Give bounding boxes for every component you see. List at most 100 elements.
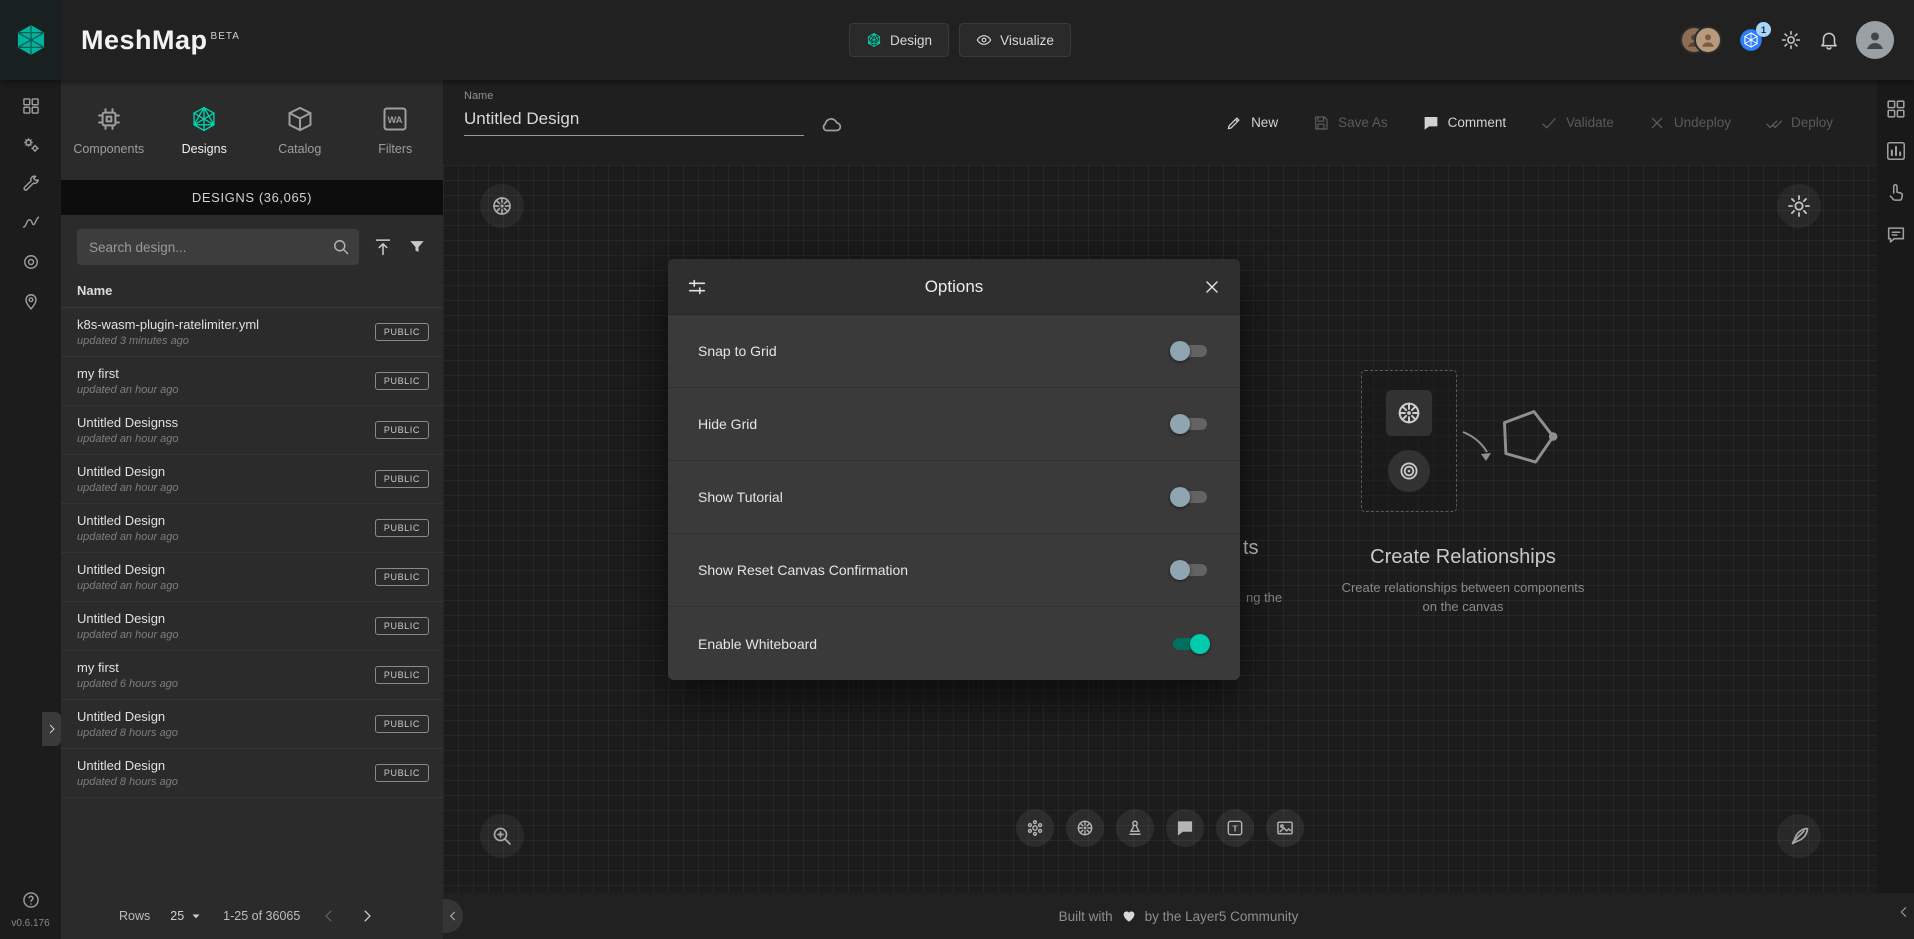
- tab-components[interactable]: Components: [61, 80, 157, 180]
- design-list-item[interactable]: Untitled Designssupdated an hour ago PUB…: [61, 406, 443, 455]
- snap-to-grid-toggle[interactable]: [1170, 341, 1210, 361]
- nav-performance-button[interactable]: [21, 213, 41, 233]
- layer5-logo[interactable]: [0, 0, 61, 80]
- nav-extensions-button[interactable]: [21, 252, 41, 272]
- kubernetes-context-button[interactable]: [480, 184, 524, 228]
- design-list-item[interactable]: Untitled Designupdated 8 hours ago PUBLI…: [61, 700, 443, 749]
- settings-button[interactable]: [1780, 29, 1802, 51]
- designs-pagination: Rows 25 1-25 of 36065: [61, 893, 443, 939]
- canvas-dock: T: [1016, 809, 1304, 847]
- notification-center-button[interactable]: 1: [1738, 27, 1764, 53]
- design-name-input[interactable]: [464, 106, 804, 136]
- user-profile-avatar[interactable]: [1856, 21, 1894, 59]
- previous-page-button[interactable]: [320, 907, 338, 925]
- svg-text:T: T: [1232, 823, 1237, 833]
- tab-filters[interactable]: WA Filters: [348, 80, 444, 180]
- design-list-item[interactable]: Untitled Designupdated 8 hours ago PUBLI…: [61, 749, 443, 798]
- dock-mesh-components-button[interactable]: [1016, 809, 1054, 847]
- nav-environments-button[interactable]: [21, 291, 41, 311]
- wasm-filter-icon: WA: [381, 105, 409, 133]
- whiteboard-pen-button[interactable]: [1777, 814, 1821, 858]
- options-dialog-title: Options: [668, 277, 1240, 297]
- save-as-button[interactable]: Save As: [1312, 114, 1388, 132]
- notifications-button[interactable]: [1818, 29, 1840, 51]
- save-icon: [1312, 114, 1330, 132]
- visibility-badge: PUBLIC: [375, 764, 429, 782]
- zoom-button[interactable]: [480, 814, 524, 858]
- design-mode-button[interactable]: Design: [849, 23, 949, 57]
- option-row-snap-to-grid: Snap to Grid: [668, 315, 1240, 388]
- collapse-drawer-button[interactable]: [443, 899, 463, 933]
- nav-lifecycle-button[interactable]: [21, 135, 41, 155]
- meshery-icon: [866, 32, 882, 48]
- show-tutorial-toggle[interactable]: [1170, 487, 1210, 507]
- visibility-badge: PUBLIC: [375, 519, 429, 537]
- deploy-button[interactable]: Deploy: [1765, 114, 1833, 132]
- comment-button[interactable]: Comment: [1422, 114, 1507, 132]
- canvas-options-button[interactable]: [1777, 184, 1821, 228]
- grid-view-icon: [1885, 98, 1907, 120]
- next-page-button[interactable]: [358, 907, 376, 925]
- visualize-mode-button[interactable]: Visualize: [959, 23, 1071, 57]
- flower-icon: [1025, 818, 1045, 838]
- design-list-item[interactable]: my firstupdated 6 hours ago PUBLIC: [61, 651, 443, 700]
- design-list-item[interactable]: my firstupdated an hour ago PUBLIC: [61, 357, 443, 406]
- footer-bar: Built with by the Layer5 Community: [443, 893, 1914, 939]
- dashboard-icon: [21, 96, 41, 116]
- nav-configuration-button[interactable]: [21, 174, 41, 194]
- design-name: my first: [77, 660, 375, 675]
- option-label: Show Reset Canvas Confirmation: [698, 562, 908, 578]
- chat-panel-button[interactable]: [1885, 224, 1907, 246]
- expand-rail-button[interactable]: [42, 712, 61, 746]
- enable-whiteboard-toggle[interactable]: [1170, 634, 1210, 654]
- search-input[interactable]: [77, 229, 359, 265]
- drawer-tabs: Components Designs Catalog WA Filters: [61, 80, 443, 180]
- show-reset-canvas-confirmation-toggle[interactable]: [1170, 560, 1210, 580]
- design-list-item[interactable]: Untitled Designupdated an hour ago PUBLI…: [61, 553, 443, 602]
- performance-icon: [21, 213, 41, 233]
- filter-designs-button[interactable]: [407, 237, 427, 257]
- new-design-button[interactable]: New: [1225, 114, 1278, 132]
- views-button[interactable]: [1885, 98, 1907, 120]
- tab-designs[interactable]: Designs: [157, 80, 253, 180]
- tutorial-illustration: [1333, 370, 1593, 532]
- tab-catalog[interactable]: Catalog: [252, 80, 348, 180]
- collaborator-avatar-2[interactable]: [1694, 26, 1722, 54]
- chevron-left-icon: [320, 907, 338, 925]
- extensions-icon: [21, 252, 41, 272]
- rows-per-page-select[interactable]: 25: [170, 909, 203, 923]
- undeploy-button[interactable]: Undeploy: [1648, 114, 1731, 132]
- nav-dashboard-button[interactable]: [21, 96, 41, 116]
- import-design-button[interactable]: [372, 236, 394, 258]
- top-header: MeshMapBETA Design Visualize: [0, 0, 1914, 80]
- design-list-item[interactable]: Untitled Designupdated an hour ago PUBLI…: [61, 455, 443, 504]
- collapse-right-panel-button[interactable]: [1896, 904, 1912, 920]
- lifecycle-icon: [21, 135, 41, 155]
- dock-kubernetes-button[interactable]: [1066, 809, 1104, 847]
- dock-text-button[interactable]: T: [1216, 809, 1254, 847]
- visibility-badge: PUBLIC: [375, 323, 429, 341]
- design-name: Untitled Design: [77, 513, 375, 528]
- validate-button[interactable]: Validate: [1540, 114, 1614, 132]
- design-name: Untitled Designss: [77, 415, 375, 430]
- dock-shapes-button[interactable]: [1116, 809, 1154, 847]
- pentagon-icon: [1487, 396, 1566, 475]
- charts-panel-button[interactable]: [1885, 140, 1907, 162]
- gestures-button[interactable]: [1885, 182, 1907, 204]
- heart-icon: [1121, 908, 1137, 924]
- help-button[interactable]: [21, 890, 41, 910]
- dock-comment-button[interactable]: [1166, 809, 1204, 847]
- pawn-icon: [1125, 818, 1145, 838]
- design-list-item[interactable]: Untitled Designupdated an hour ago PUBLI…: [61, 602, 443, 651]
- dock-media-button[interactable]: [1266, 809, 1304, 847]
- design-name: Untitled Design: [77, 464, 375, 479]
- eye-icon: [976, 32, 992, 48]
- design-list-item[interactable]: Untitled Designupdated an hour ago PUBLI…: [61, 504, 443, 553]
- help-icon: [21, 890, 41, 910]
- tab-label: Designs: [182, 142, 227, 156]
- tutorial-subtitle: Create relationships between components …: [1333, 579, 1593, 617]
- hide-grid-toggle[interactable]: [1170, 414, 1210, 434]
- design-list-item[interactable]: k8s-wasm-plugin-ratelimiter.ymlupdated 3…: [61, 308, 443, 357]
- comment-icon: [1422, 114, 1440, 132]
- close-options-button[interactable]: [1202, 277, 1222, 297]
